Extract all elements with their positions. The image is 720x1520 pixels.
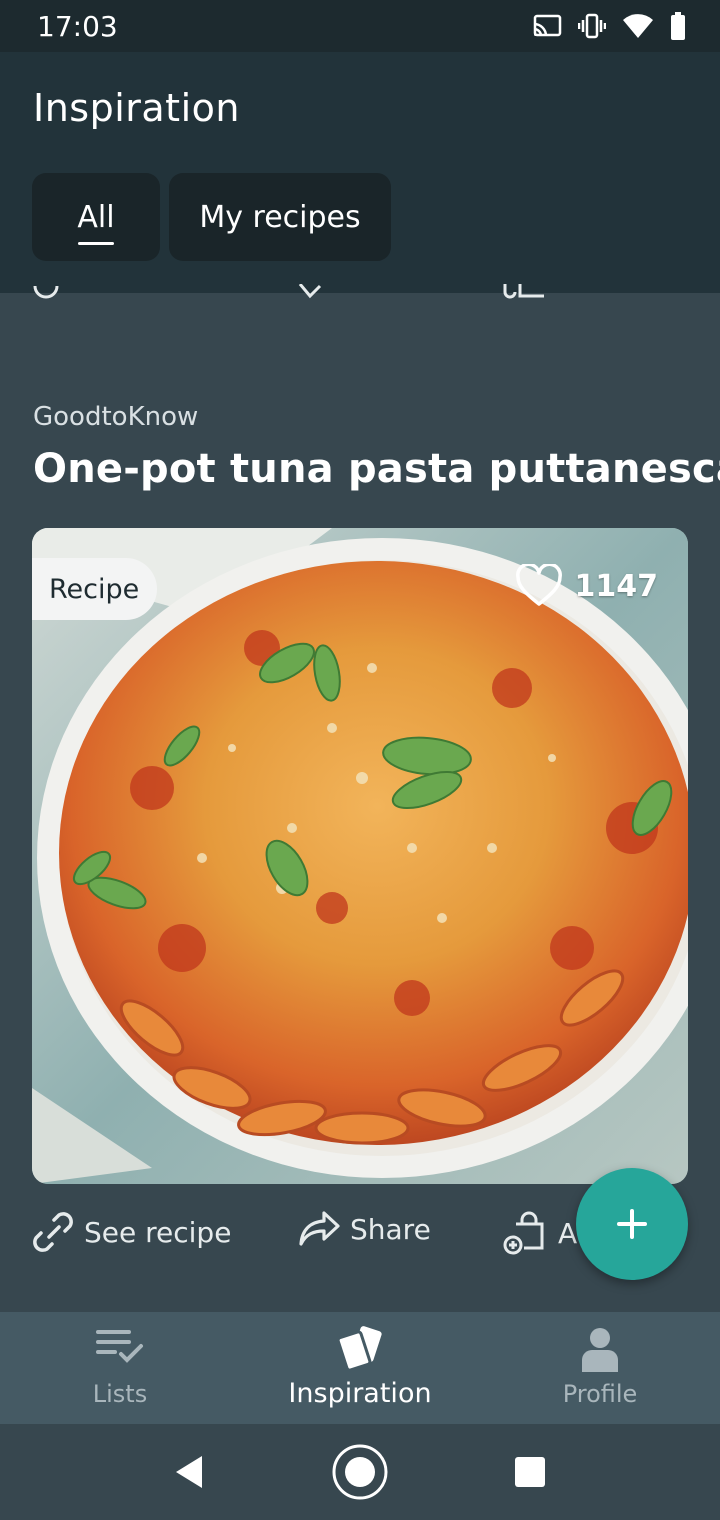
wifi-icon: [623, 14, 653, 38]
tab-my-recipes[interactable]: My recipes: [169, 173, 391, 261]
share-label: Share: [350, 1212, 431, 1246]
tab-selected-indicator: [78, 242, 114, 245]
likes-count: 1147: [574, 568, 659, 604]
nav-label-profile: Profile: [562, 1380, 638, 1408]
status-icons: [532, 12, 686, 40]
app-header: Inspiration All My recipes: [0, 52, 720, 293]
recipe-title[interactable]: One-pot tuna pasta puttanesca: [33, 446, 720, 492]
status-time: 17:03: [37, 10, 118, 43]
home-icon[interactable]: [331, 1443, 389, 1501]
back-icon[interactable]: [172, 1454, 204, 1490]
recents-icon[interactable]: [513, 1455, 547, 1489]
nav-label-inspiration: Inspiration: [288, 1378, 432, 1409]
see-recipe-button[interactable]: See recipe: [32, 1210, 231, 1254]
add-fab-button[interactable]: [576, 1168, 688, 1280]
previous-card-icon: [298, 284, 322, 299]
nav-label-lists: Lists: [92, 1380, 148, 1408]
previous-card-icon: [503, 284, 544, 299]
see-recipe-label: See recipe: [84, 1215, 232, 1249]
cast-icon: [533, 14, 562, 37]
add-to-basket-icon: [503, 1211, 544, 1255]
page-title: Inspiration: [33, 86, 240, 130]
tab-my-recipes-label: My recipes: [199, 199, 361, 235]
battery-icon: [671, 12, 685, 40]
checklist-icon: [96, 1330, 143, 1363]
tab-bar: All My recipes: [32, 173, 391, 261]
system-nav-bar: [0, 1424, 720, 1520]
recipe-source: GoodtoKnow: [33, 402, 199, 432]
nav-item-lists[interactable]: Lists: [0, 1312, 240, 1424]
likes[interactable]: 1147: [515, 564, 659, 608]
cards-icon: [336, 1326, 382, 1372]
nav-item-inspiration[interactable]: Inspiration: [240, 1312, 480, 1424]
plus-icon: [617, 1209, 647, 1239]
heart-icon[interactable]: [515, 564, 563, 608]
share-icon: [299, 1211, 340, 1246]
tab-all[interactable]: All: [32, 173, 160, 261]
bottom-nav: Lists Inspiration Profile: [0, 1312, 720, 1424]
vibrate-icon: [578, 13, 606, 39]
recipe-image[interactable]: Recipe 1147: [32, 528, 688, 1184]
pasta-bake-photo: [32, 528, 688, 1184]
person-icon: [582, 1328, 618, 1372]
status-bar: 17:03: [0, 0, 720, 52]
tab-all-label: All: [77, 199, 115, 235]
link-icon: [33, 1212, 73, 1252]
recipe-type-badge: Recipe: [32, 558, 158, 620]
nav-item-profile[interactable]: Profile: [480, 1312, 720, 1424]
previous-card-icon: [33, 285, 59, 299]
share-button[interactable]: Share: [298, 1210, 431, 1248]
